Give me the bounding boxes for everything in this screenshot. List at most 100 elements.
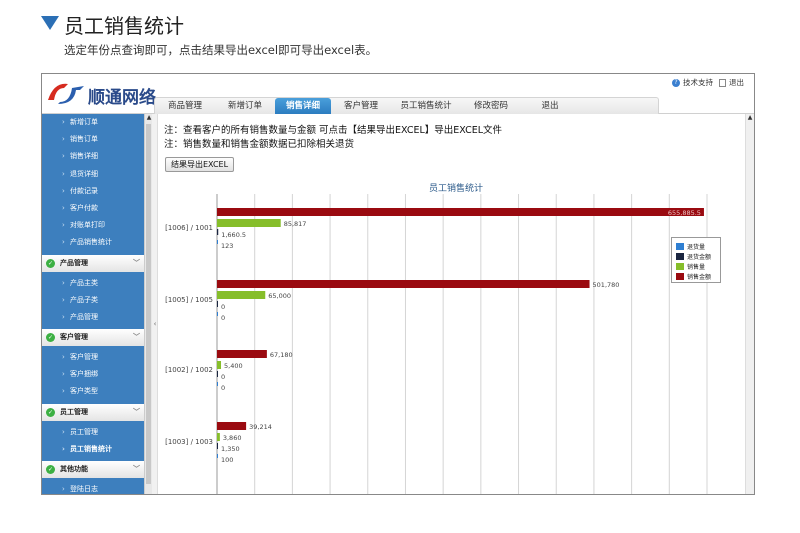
- top-bar: 顺通网络 ? 技术支持 退出 商品管理 新增订单 销售详细 客户管理 员工销售统…: [42, 74, 754, 114]
- bar: [217, 301, 218, 307]
- category-label: [1002] / 1002: [165, 366, 213, 374]
- chevron-down-icon: ﹀: [133, 258, 140, 267]
- logo-text: 顺通网络: [88, 88, 156, 108]
- group-title: 其他功能: [60, 465, 88, 473]
- data-label: 123: [221, 242, 233, 250]
- help-icon: ?: [672, 78, 680, 87]
- data-label: 100: [221, 456, 233, 464]
- category-label: [1003] / 1003: [165, 438, 213, 446]
- data-label: 501,780: [593, 281, 620, 289]
- tab-customer[interactable]: 客户管理: [331, 98, 391, 114]
- sidebar-group-product[interactable]: ✓ 产品管理 ﹀: [42, 254, 144, 272]
- check-icon: ✓: [46, 258, 55, 268]
- title-marker-icon: [41, 16, 59, 30]
- legend-swatch: [676, 252, 684, 260]
- support-label: 技术支持: [683, 78, 713, 87]
- category-label: [1006] / 1001: [165, 224, 213, 232]
- sidebar-item[interactable]: 客户付款: [42, 200, 144, 217]
- data-label: 655,885.5: [668, 209, 701, 217]
- legend-item: 退货量: [676, 241, 716, 251]
- sidebar-item[interactable]: 销售订单: [42, 131, 144, 148]
- bar: [217, 312, 218, 316]
- data-label: 39,214: [249, 423, 272, 431]
- group-title: 产品管理: [60, 258, 88, 267]
- chevron-down-icon: ﹀: [133, 465, 140, 473]
- data-label: 3,860: [223, 434, 242, 442]
- legend-label: 退货金额: [687, 253, 712, 261]
- sidebar-group-staff[interactable]: ✓ 员工管理 ﹀: [42, 403, 144, 421]
- note-export: 注：查看客户的所有销售数量与金额 可点击【结果导出EXCEL】导出EXCEL文件: [164, 125, 503, 136]
- sidebar-item[interactable]: 销售详细: [42, 148, 144, 165]
- app-window: 顺通网络 ? 技术支持 退出 商品管理 新增订单 销售详细 客户管理 员工销售统…: [41, 73, 755, 495]
- legend-item: 退货金额: [676, 251, 716, 261]
- top-links: ? 技术支持 退出: [672, 77, 744, 88]
- scroll-up-icon[interactable]: ▲: [746, 114, 754, 121]
- tab-staff-stats[interactable]: 员工销售统计: [391, 98, 461, 114]
- legend-label: 销售金额: [687, 273, 712, 281]
- sidebar-item[interactable]: 客户类型: [42, 383, 144, 400]
- logo-icon: [48, 83, 84, 104]
- note-returns: 注：销售数量和销售金额数据已扣除相关退货: [164, 139, 355, 150]
- sidebar-item-current[interactable]: 员工销售统计: [42, 441, 144, 458]
- sidebar-item[interactable]: 付款记录: [42, 183, 144, 200]
- sidebar: 新增订单 销售订单 销售详细 退货详细 付款记录 客户付款 对账单打印 产品销售…: [42, 114, 144, 494]
- sidebar-item[interactable]: 产品子类: [42, 292, 144, 309]
- sidebar-item[interactable]: 退货详细: [42, 166, 144, 183]
- document-icon: [719, 78, 726, 87]
- sidebar-item[interactable]: 产品销售统计: [42, 234, 144, 251]
- bar: [217, 208, 704, 216]
- exit-link[interactable]: 退出: [719, 77, 744, 88]
- bar: [217, 350, 267, 358]
- legend-label: 退货量: [687, 243, 706, 251]
- sidebar-group-customer[interactable]: ✓ 客户管理 ﹀: [42, 329, 144, 347]
- tab-product[interactable]: 商品管理: [155, 98, 215, 114]
- sidebar-item[interactable]: 产品管理: [42, 309, 144, 326]
- export-excel-button[interactable]: 结果导出EXCEL: [165, 157, 235, 172]
- exit-label: 退出: [729, 78, 744, 87]
- tab-exit[interactable]: 退出: [521, 98, 579, 114]
- tab-sales-detail[interactable]: 销售详细: [275, 98, 331, 114]
- sidebar-item[interactable]: 对账单打印: [42, 217, 144, 234]
- sidebar-item[interactable]: 客户管理: [42, 349, 144, 366]
- bar: [217, 433, 220, 441]
- legend-swatch: [676, 272, 684, 280]
- sidebar-item[interactable]: 客户捆绑: [42, 366, 144, 383]
- tab-password[interactable]: 修改密码: [461, 98, 521, 114]
- check-icon: ✓: [46, 407, 55, 417]
- legend-item: 销售金额: [676, 271, 716, 281]
- scroll-thumb[interactable]: [146, 124, 151, 484]
- chart-legend: 退货量 退货金额 销售量 销售金额: [671, 237, 721, 283]
- chevron-down-icon: ﹀: [133, 333, 140, 342]
- tab-new-order[interactable]: 新增订单: [215, 98, 275, 114]
- sidebar-item[interactable]: 登陆日志: [42, 481, 144, 494]
- bar: [217, 443, 219, 449]
- legend-label: 销售量: [687, 263, 706, 271]
- content-scrollbar[interactable]: ▲: [745, 114, 754, 494]
- sidebar-scrollbar[interactable]: ▲: [144, 114, 152, 494]
- data-label: 1,350: [221, 445, 240, 453]
- bar: [217, 291, 266, 299]
- main-content: 注：查看客户的所有销售数量与金额 可点击【结果导出EXCEL】导出EXCEL文件…: [158, 114, 754, 494]
- group-title: 客户管理: [60, 333, 88, 342]
- bar: [217, 454, 218, 458]
- bar: [217, 280, 590, 288]
- main-nav: 商品管理 新增订单 销售详细 客户管理 员工销售统计 修改密码 退出: [154, 97, 659, 114]
- data-label: 1,660.5: [221, 231, 246, 239]
- bar: [217, 361, 222, 369]
- legend-swatch: [676, 242, 684, 250]
- chevron-down-icon: ﹀: [133, 407, 140, 416]
- support-link[interactable]: ? 技术支持: [672, 77, 713, 88]
- sidebar-group-other[interactable]: ✓ 其他功能 ﹀: [42, 461, 144, 478]
- data-label: 65,000: [268, 292, 291, 300]
- bar: [217, 422, 247, 430]
- sidebar-item[interactable]: 员工管理: [42, 424, 144, 441]
- data-label: 85,817: [284, 220, 307, 228]
- bar: [217, 371, 218, 377]
- sidebar-item[interactable]: 产品主类: [42, 275, 144, 292]
- bar: [217, 382, 218, 386]
- page-description: 选定年份点查询即可，点击结果导出excel即可导出excel表。: [64, 43, 378, 57]
- category-label: [1005] / 1005: [165, 296, 213, 304]
- data-label: 0: [221, 303, 225, 311]
- sidebar-item[interactable]: 新增订单: [42, 114, 144, 131]
- data-label: 0: [221, 384, 225, 392]
